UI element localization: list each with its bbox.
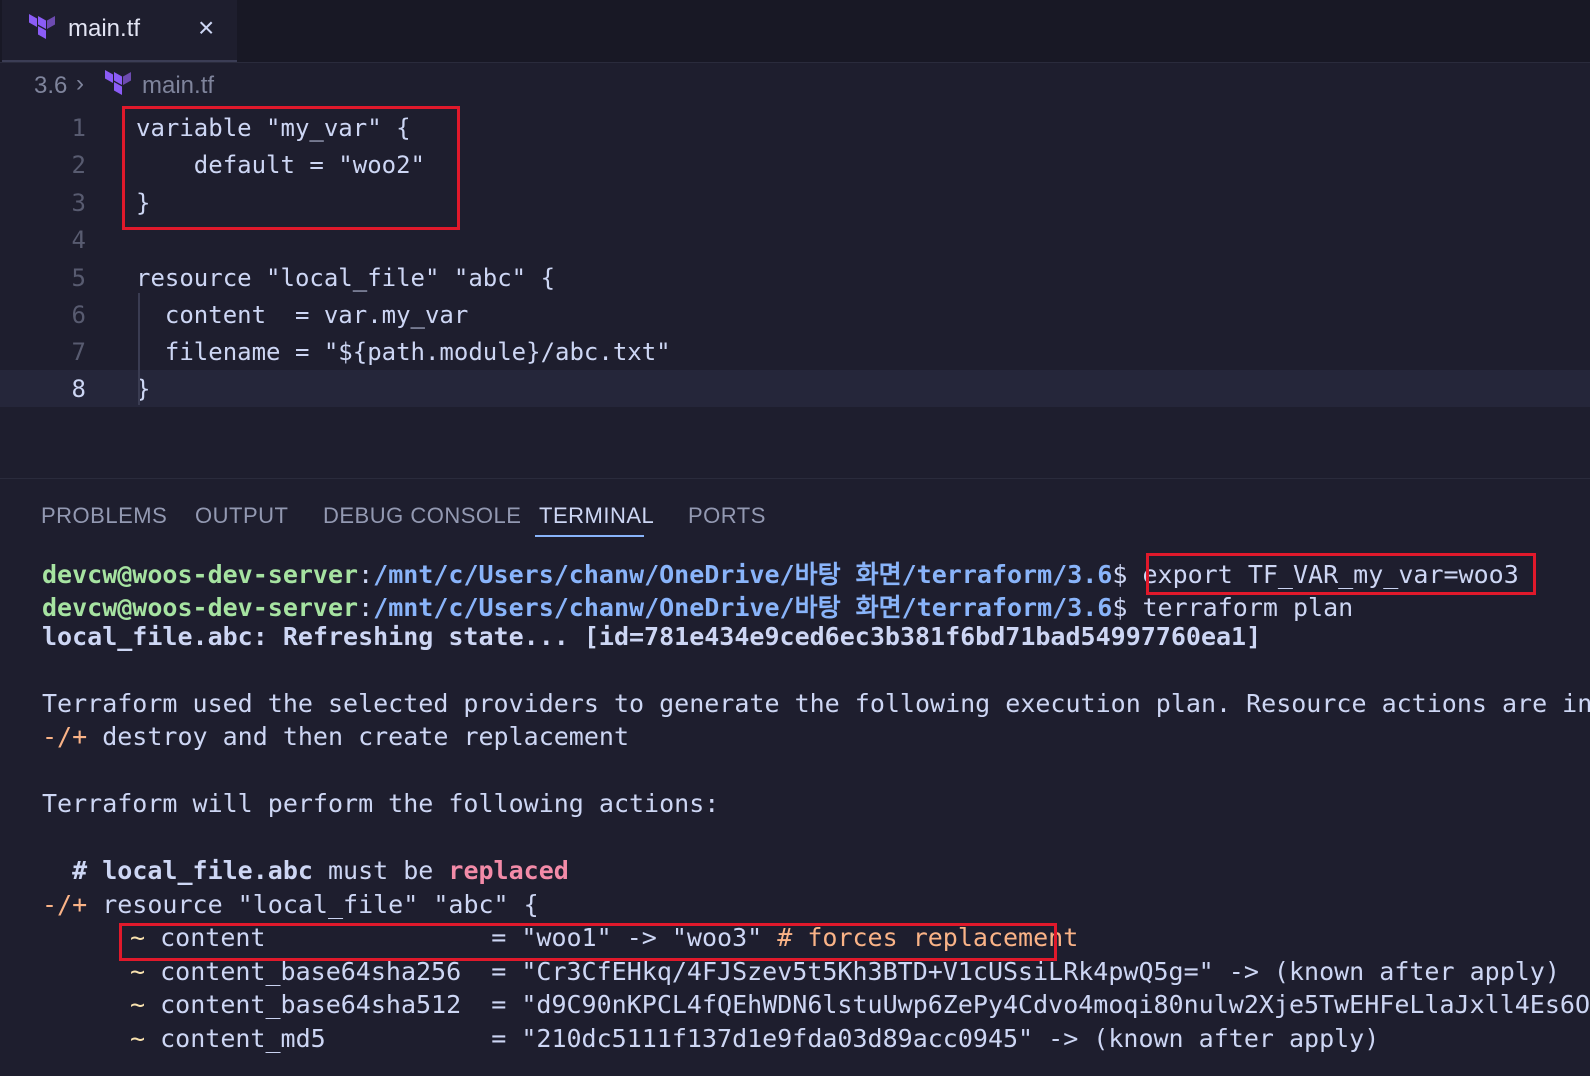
terminal-line: # local_file.abc must be replaced — [42, 856, 569, 885]
breadcrumb: 3.6 › main.tf — [0, 66, 1590, 104]
highlight-box-variable — [122, 106, 460, 230]
replace-symbol: -/+ — [42, 722, 88, 751]
line-number: 6 — [71, 301, 86, 329]
replaced-label: replaced — [448, 856, 569, 885]
terraform-icon — [104, 70, 134, 105]
code-text: filename = "${path.module}/abc.txt" — [136, 338, 671, 366]
tab-output[interactable]: OUTPUT — [195, 503, 288, 529]
bottom-panel: PROBLEMS OUTPUT DEBUG CONSOLE TERMINAL P… — [0, 478, 1590, 1076]
tilde-symbol: ~ — [130, 957, 146, 986]
attr-name: content_base64sha256 — [160, 957, 477, 986]
tab-terminal[interactable]: TERMINAL — [539, 503, 654, 529]
line-number: 7 — [71, 338, 86, 366]
code-text: content = var.my_var — [136, 301, 469, 329]
attr-value: = "d9C90nKPCL4fQEhWDN6lstuUwp6ZePy4Cdvo4… — [476, 990, 1590, 1019]
tab-ports[interactable]: PORTS — [688, 503, 766, 529]
editor-tab-bar: main.tf × — [0, 0, 1590, 63]
tilde-symbol: ~ — [130, 990, 146, 1019]
line-number: 4 — [71, 226, 86, 254]
terminal-line: Terraform used the selected providers to… — [42, 689, 1590, 718]
highlight-box-content-change — [119, 923, 1057, 961]
prompt-suffix: $ — [1112, 593, 1143, 622]
comment-hash: # — [42, 856, 103, 885]
breadcrumb-folder[interactable]: 3.6 — [34, 72, 67, 100]
close-icon[interactable]: × — [198, 13, 214, 43]
command-text: terraform plan — [1142, 593, 1354, 622]
tilde-symbol: ~ — [130, 1024, 146, 1053]
terminal-line: local_file.abc: Refreshing state... [id=… — [42, 622, 1262, 651]
tab-main-tf[interactable]: main.tf × — [2, 0, 237, 62]
code-text: resource "local_file" "abc" { — [136, 264, 556, 292]
prompt-path: /mnt/c/Users/chanw/OneDrive/바탕 화면/terraf… — [373, 593, 1113, 622]
terminal-attr-line: ~ content_md5 = "210dc5111f137d1e9fda03d… — [130, 1024, 1379, 1053]
prompt-suffix: $ — [1112, 560, 1143, 589]
terminal-attr-line: ~ content_base64sha256 = "Cr3CfEHkq/4FJS… — [130, 957, 1560, 986]
highlight-box-export — [1146, 553, 1536, 595]
prompt-user-host: devcw@woos-dev-server — [42, 593, 359, 622]
line-number: 5 — [71, 264, 86, 292]
replace-symbol: -/+ — [42, 890, 88, 919]
code-line-current: 8} — [0, 370, 1590, 407]
resource-decl: resource "local_file" "abc" { — [87, 890, 539, 919]
attr-value: = "Cr3CfEHkq/4FJSzev5t5Kh3BTD+V1cUSsiLRk… — [476, 957, 1560, 986]
line-number: 8 — [71, 375, 86, 403]
line-number: 1 — [71, 114, 86, 142]
chevron-right-icon: › — [76, 70, 84, 97]
terraform-icon — [28, 14, 58, 49]
tab-label: main.tf — [68, 15, 141, 42]
indent-guide — [138, 293, 140, 405]
terminal-line: Terraform will perform the following act… — [42, 789, 720, 818]
tab-debug-console[interactable]: DEBUG CONSOLE — [323, 503, 521, 529]
attr-name: content_base64sha512 — [160, 990, 477, 1019]
terminal-attr-line: ~ content_base64sha512 = "d9C90nKPCL4fQE… — [130, 990, 1590, 1019]
attr-name: content_md5 — [160, 1024, 477, 1053]
resource-address: local_file.abc — [102, 856, 313, 885]
code-line: 5 resource "local_file" "abc" { — [0, 259, 1590, 296]
terminal-line: -/+ resource "local_file" "abc" { — [42, 890, 539, 919]
prompt-path: /mnt/c/Users/chanw/OneDrive/바탕 화면/terraf… — [373, 560, 1113, 589]
prompt-user-host: devcw@woos-dev-server — [42, 560, 359, 589]
legend-text: destroy and then create replacement — [87, 722, 630, 751]
tab-problems[interactable]: PROBLEMS — [41, 503, 167, 529]
code-line: 7 filename = "${path.module}/abc.txt" — [0, 333, 1590, 370]
line-number: 2 — [71, 151, 86, 179]
line-number: 3 — [71, 189, 86, 217]
code-line: 6 content = var.my_var — [0, 296, 1590, 333]
terminal-line: -/+ destroy and then create replacement — [42, 722, 629, 751]
attr-value: = "210dc5111f137d1e9fda03d89acc0945" -> … — [476, 1024, 1380, 1053]
breadcrumb-file[interactable]: main.tf — [142, 72, 214, 100]
comment-mid: must be — [312, 856, 449, 885]
active-tab-indicator — [535, 535, 644, 537]
